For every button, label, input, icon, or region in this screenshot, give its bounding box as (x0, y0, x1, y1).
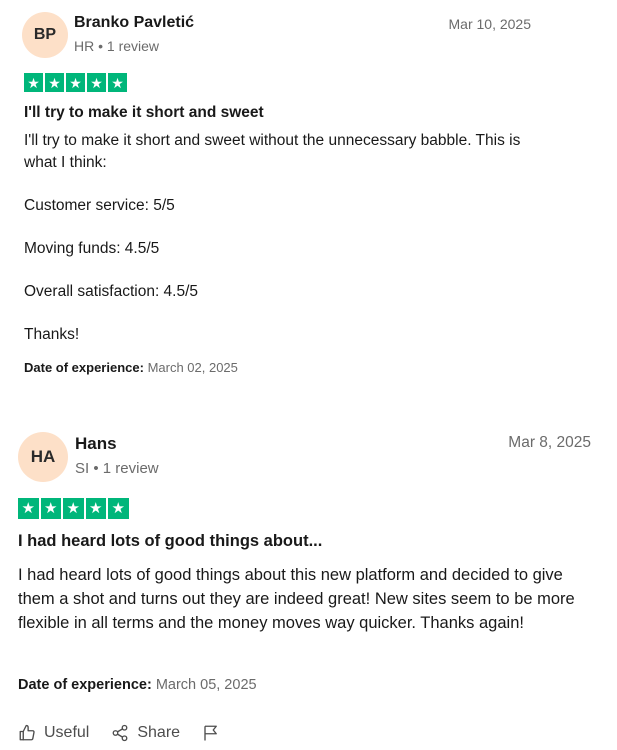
flag-icon (202, 724, 220, 742)
review-paragraph: I had heard lots of good things about th… (18, 566, 575, 632)
star-rating: ★ ★ ★ ★ ★ (24, 73, 127, 92)
share-button[interactable]: Share (111, 724, 180, 742)
review-actions: Useful Share (18, 724, 220, 742)
date-of-experience: Date of experience: March 02, 2025 (24, 360, 238, 375)
useful-button[interactable]: Useful (18, 724, 89, 742)
experience-label: Date of experience: (18, 677, 152, 693)
review-paragraph: Moving funds: 4.5/5 (24, 239, 160, 257)
review-paragraph: Customer service: 5/5 (24, 196, 175, 214)
avatar[interactable]: HA (18, 432, 68, 482)
review-title[interactable]: I had heard lots of good things about... (18, 532, 322, 551)
review-body: I had heard lots of good things about th… (18, 563, 603, 635)
review-paragraph: I'll try to make it short and sweet with… (24, 132, 521, 171)
star-icon: ★ (108, 498, 129, 519)
star-rating: ★ ★ ★ ★ ★ (18, 498, 129, 519)
avatar[interactable]: BP (22, 12, 68, 58)
review-body: I'll try to make it short and sweet with… (24, 130, 534, 345)
review-date: Mar 8, 2025 (508, 434, 591, 451)
experience-date: March 05, 2025 (155, 677, 257, 693)
date-of-experience: Date of experience: March 05, 2025 (18, 677, 257, 693)
star-icon: ★ (85, 498, 106, 519)
reviewer-meta: SI • 1 review (75, 460, 159, 477)
review-paragraph: Overall satisfaction: 4.5/5 (24, 282, 199, 300)
star-icon: ★ (63, 498, 84, 519)
review-date: Mar 10, 2025 (448, 16, 532, 32)
star-icon: ★ (87, 73, 106, 92)
star-icon: ★ (18, 498, 39, 519)
star-icon: ★ (24, 73, 43, 92)
star-icon: ★ (45, 73, 64, 92)
review-paragraph: Thanks! (24, 325, 80, 343)
report-button[interactable] (202, 724, 220, 742)
reviewer-meta: HR • 1 review (74, 38, 160, 54)
experience-label: Date of experience: (24, 360, 144, 375)
reviewer-name[interactable]: Hans (75, 434, 117, 454)
thumbs-up-icon (18, 724, 36, 742)
star-icon: ★ (40, 498, 61, 519)
share-icon (111, 724, 129, 742)
star-icon: ★ (108, 73, 127, 92)
reviewer-name[interactable]: Branko Pavletić (74, 14, 194, 32)
review-title[interactable]: I'll try to make it short and sweet (24, 104, 264, 122)
star-icon: ★ (66, 73, 85, 92)
share-label: Share (137, 724, 181, 741)
useful-label: Useful (44, 724, 90, 741)
experience-date: March 02, 2025 (147, 360, 238, 375)
